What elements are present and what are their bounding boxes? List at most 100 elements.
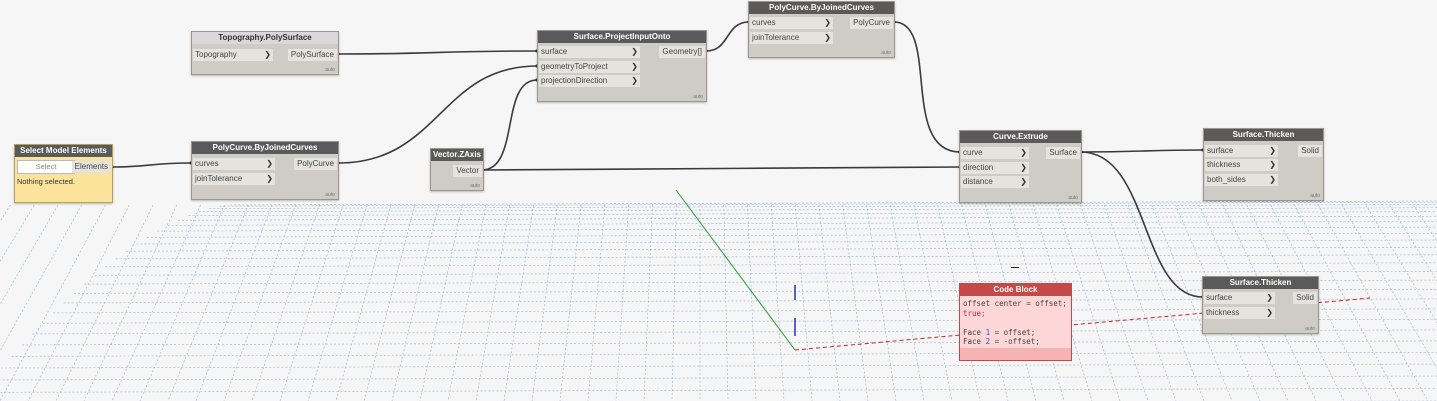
chevron-right-icon: ❯ [1266, 293, 1273, 302]
port-label: distance [963, 177, 993, 186]
port-label: surface [1206, 293, 1233, 302]
wire-vector-to-projection[interactable] [481, 79, 538, 171]
node-title: Curve.Extrude [960, 131, 1081, 143]
wire-geometry-to-curves[interactable] [705, 21, 750, 52]
output-port-surface[interactable]: Surface [1046, 147, 1080, 159]
chevron-right-icon: ❯ [824, 18, 831, 27]
node-curve-extrude[interactable]: Curve.Extrude curve ❯ direction ❯ distan… [959, 130, 1082, 203]
input-port-surface[interactable]: surface ❯ [1205, 145, 1278, 157]
lacing-label[interactable]: auto [325, 192, 335, 198]
chevron-right-icon: ❯ [1269, 146, 1276, 155]
port-label: thickness [1207, 160, 1241, 169]
chevron-right-icon: ❯ [631, 47, 638, 56]
node-title: Code Block [960, 284, 1071, 296]
chevron-right-icon: ❯ [264, 50, 271, 59]
port-label: joinTolerance [752, 33, 800, 42]
chevron-right-icon: ❯ [631, 76, 638, 85]
node-polycurve-byjoinedcurves-2[interactable]: PolyCurve.ByJoinedCurves curves ❯ joinTo… [748, 1, 895, 58]
wire-select-to-polycurve[interactable] [111, 162, 192, 168]
code-line-4-rest: = -offset; [990, 337, 1040, 346]
chevron-right-icon: ❯ [1020, 148, 1027, 157]
input-port-direction[interactable]: direction ❯ [961, 162, 1029, 174]
input-port-curves[interactable]: curves ❯ [750, 17, 833, 29]
input-port-jointolerance[interactable]: joinTolerance ❯ [193, 173, 275, 185]
node-select-model-elements[interactable]: Select Model Elements Select Elements No… [14, 144, 113, 203]
port-label: thickness [1206, 308, 1240, 317]
chevron-right-icon: ❯ [1269, 160, 1276, 169]
node-polycurve-byjoinedcurves-1[interactable]: PolyCurve.ByJoinedCurves curves ❯ joinTo… [191, 141, 339, 200]
chevron-right-icon: ❯ [266, 159, 273, 168]
node-title: Surface.ProjectInputOnto [538, 31, 706, 43]
port-label: curves [195, 159, 219, 168]
node-code-block[interactable]: Code Block offset center = offset; true;… [959, 283, 1072, 361]
input-port-thickness[interactable]: thickness ❯ [1205, 159, 1278, 171]
node-title: PolyCurve.ByJoinedCurves [749, 2, 894, 14]
node-title: Surface.Thicken [1203, 277, 1318, 289]
lacing-label[interactable]: auto [881, 50, 891, 56]
output-port-solid[interactable]: Solid [1293, 292, 1317, 304]
input-port-curve[interactable]: curve ❯ [961, 147, 1029, 159]
port-label: joinTolerance [195, 174, 243, 183]
input-port-surface[interactable]: surface ❯ [539, 46, 640, 58]
input-port-distance[interactable]: distance ❯ [961, 176, 1029, 188]
wire-vector-to-direction[interactable] [481, 166, 961, 171]
wire-surface-to-thicken2[interactable] [1080, 151, 1204, 298]
output-port-vector[interactable]: Vector [453, 165, 482, 177]
node-title: Topography.PolySurface [192, 32, 338, 44]
chevron-right-icon: ❯ [631, 62, 638, 71]
wire-topography-to-surface[interactable] [337, 50, 538, 55]
output-port-elements[interactable]: Elements [71, 161, 111, 173]
port-label: both_sides [1207, 175, 1246, 184]
output-port-polycurve[interactable]: PolyCurve [294, 158, 337, 170]
lacing-label[interactable]: auto [325, 67, 335, 73]
input-port-curves[interactable]: curves ❯ [193, 158, 275, 170]
node-title: Vector.ZAxis [431, 149, 483, 161]
port-label: surface [541, 47, 568, 56]
node-vector-zaxis[interactable]: Vector.ZAxis Vector auto [430, 148, 484, 191]
input-port-geometrytoproject[interactable]: geometryToProject ❯ [539, 61, 640, 73]
lacing-label[interactable]: auto [1068, 195, 1078, 201]
input-port-projectiondirection[interactable]: projectionDirection ❯ [539, 75, 640, 87]
lacing-label[interactable]: auto [1305, 326, 1315, 332]
lacing-label[interactable]: auto [470, 183, 480, 189]
output-port-polysurface[interactable]: PolySurface [287, 49, 337, 61]
port-label: curve [963, 148, 983, 157]
code-block-footer [960, 348, 1071, 360]
code-line-3-text: Face [963, 327, 986, 337]
output-port-polycurve[interactable]: PolyCurve [850, 17, 893, 29]
code-line-4-text: Face [963, 337, 986, 346]
input-port-thickness[interactable]: thickness ❯ [1204, 307, 1275, 319]
code-line-1: offset center = offset; [963, 299, 1067, 308]
output-port-solid[interactable]: Solid [1298, 145, 1322, 157]
select-button[interactable]: Select [17, 160, 75, 174]
chevron-right-icon: ❯ [266, 174, 273, 183]
chevron-right-icon: ❯ [1020, 163, 1027, 172]
chevron-right-icon: ❯ [824, 33, 831, 42]
selection-status: Nothing selected. [17, 177, 75, 186]
port-label: curves [752, 18, 776, 27]
port-label: direction [963, 163, 994, 172]
node-title: Surface.Thicken [1204, 129, 1323, 141]
port-label: geometryToProject [541, 62, 608, 71]
port-label: surface [1207, 146, 1234, 155]
wire-polycurve-to-extrude[interactable] [893, 21, 961, 153]
node-surface-thicken-1[interactable]: Surface.Thicken surface ❯ thickness ❯ bo… [1203, 128, 1324, 201]
output-port-geometry[interactable]: Geometry[] [659, 46, 705, 58]
port-label: Topography [195, 50, 237, 59]
node-surface-projectinputonto[interactable]: Surface.ProjectInputOnto surface ❯ geome… [537, 30, 707, 102]
input-port-jointolerance[interactable]: joinTolerance ❯ [750, 32, 833, 44]
lacing-label[interactable]: auto [693, 94, 703, 100]
port-label: projectionDirection [541, 76, 608, 85]
code-editor[interactable]: offset center = offset; true; Face 1 = o… [960, 296, 1071, 350]
node-expand-handle-icon[interactable] [1011, 267, 1019, 268]
input-port-topography[interactable]: Topography ❯ [193, 49, 273, 61]
node-topography-polysurface[interactable]: Topography.PolySurface Topography ❯ Poly… [191, 31, 339, 75]
input-port-both-sides[interactable]: both_sides ❯ [1205, 174, 1278, 186]
input-port-surface[interactable]: surface ❯ [1204, 292, 1275, 304]
chevron-right-icon: ❯ [1269, 175, 1276, 184]
wire-surface-to-thicken1[interactable] [1080, 149, 1204, 153]
node-title: Select Model Elements [15, 145, 112, 157]
chevron-right-icon: ❯ [1020, 177, 1027, 186]
lacing-label[interactable]: auto [1310, 193, 1320, 199]
node-surface-thicken-2[interactable]: Surface.Thicken surface ❯ thickness ❯ So… [1202, 276, 1319, 334]
